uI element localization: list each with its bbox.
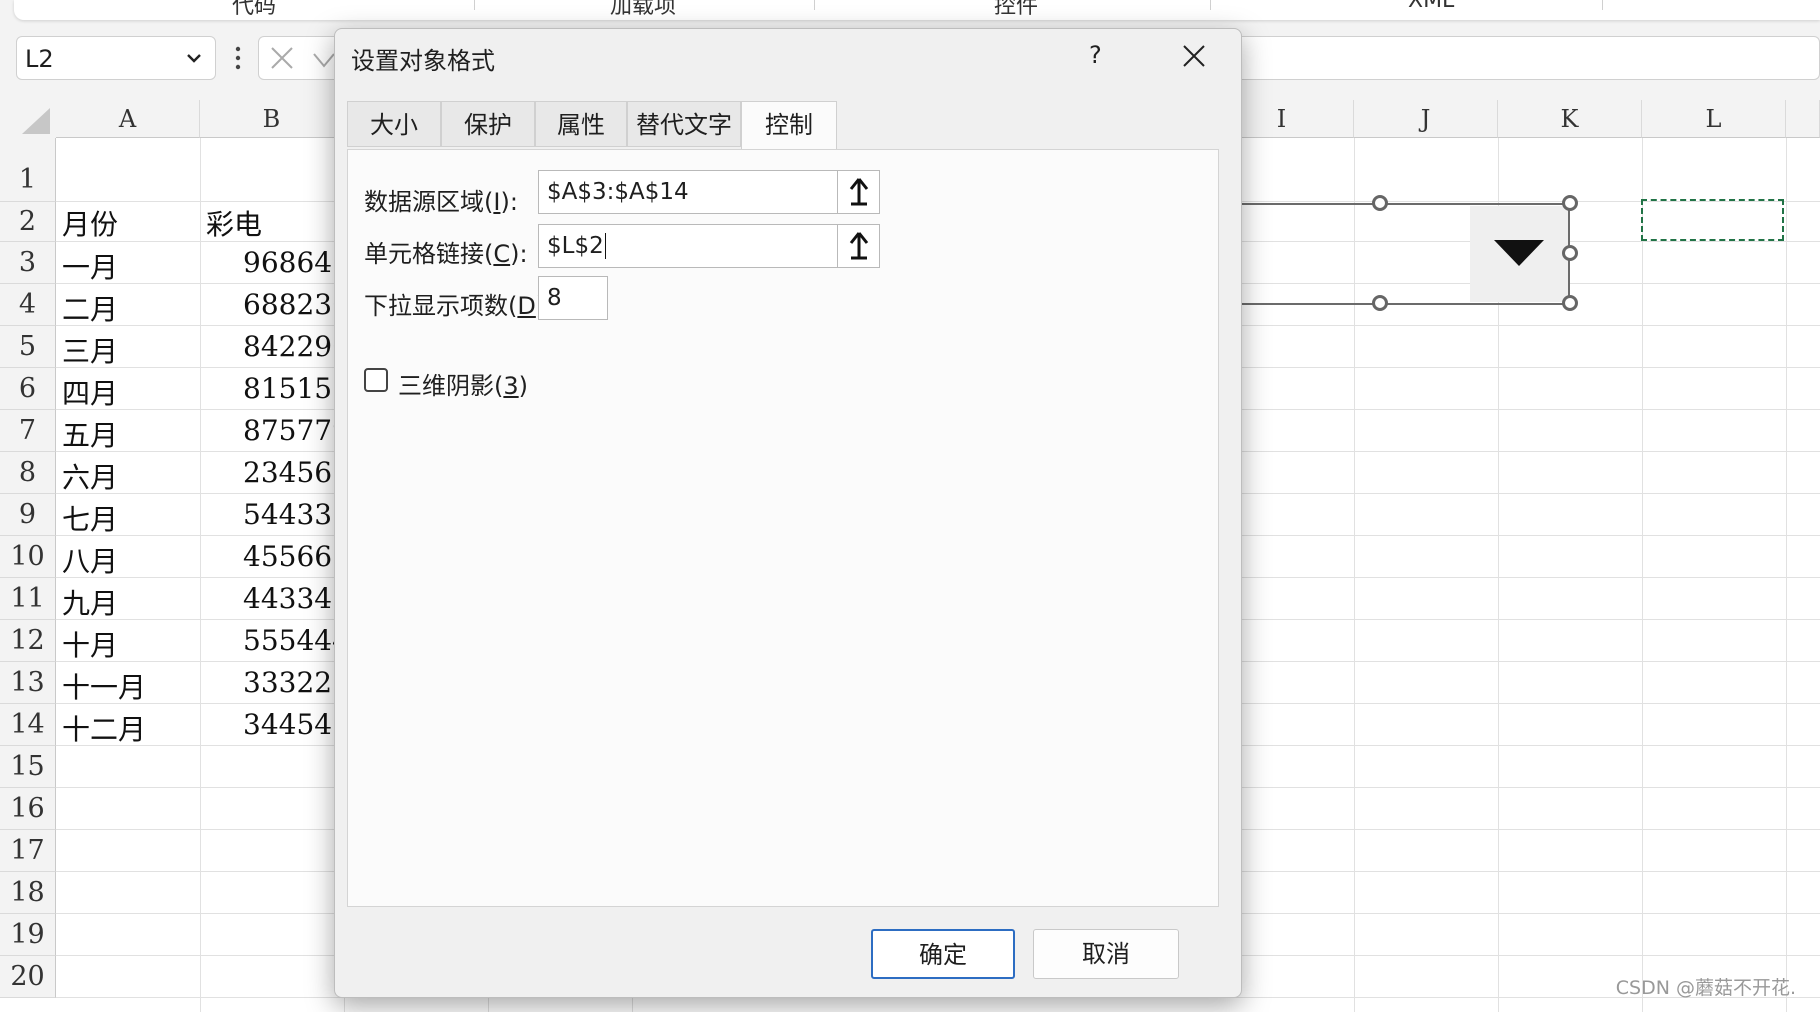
- row-header-1[interactable]: 1: [0, 138, 56, 202]
- resize-handle-bottom-right[interactable]: [1562, 295, 1578, 311]
- gridline: [1786, 138, 1787, 1012]
- ribbon-tab-xml[interactable]: XML: [1408, 0, 1454, 13]
- tab-size[interactable]: 大小: [347, 101, 441, 147]
- ribbon-bar: 代码 加载项 控件 XML: [14, 0, 1820, 20]
- combo-box-top-edge: [1242, 203, 1570, 205]
- tab-control[interactable]: 控制: [741, 101, 837, 150]
- row-header-6[interactable]: 6: [0, 368, 56, 410]
- column-header-m[interactable]: [1786, 100, 1820, 138]
- select-all-triangle: [22, 108, 50, 134]
- column-header-j[interactable]: J: [1354, 100, 1498, 138]
- copy-marquee-l2[interactable]: [1641, 199, 1784, 241]
- tab-protection[interactable]: 保护: [441, 101, 535, 147]
- resize-handle-top-right[interactable]: [1562, 195, 1578, 211]
- cell-link-label: 单元格链接(C):: [364, 240, 528, 268]
- drop-lines-label: 下拉显示项数(D):: [364, 292, 553, 320]
- cell-a10[interactable]: 八月: [62, 540, 118, 580]
- select-all-corner[interactable]: [0, 100, 56, 138]
- format-object-dialog: 设置对象格式 ? 大小 保护 属性 替代文字 控制 数据源区域(I): $A$3…: [334, 28, 1242, 998]
- cancel-entry-icon[interactable]: [268, 44, 296, 72]
- 3d-shading-checkbox[interactable]: [364, 368, 388, 392]
- cancel-button[interactable]: 取消: [1033, 929, 1179, 979]
- dialog-title: 设置对象格式: [351, 47, 495, 75]
- cell-a12[interactable]: 十月: [62, 624, 118, 664]
- chevron-down-icon[interactable]: [185, 49, 203, 67]
- collapse-dialog-button[interactable]: [837, 225, 879, 267]
- ribbon-strip: 代码 加载项 控件 XML: [0, 0, 1820, 30]
- row-header-13[interactable]: 13: [0, 662, 56, 704]
- row-header-17[interactable]: 17: [0, 830, 56, 872]
- cell-a3[interactable]: 一月: [62, 246, 118, 286]
- ok-button[interactable]: 确定: [871, 929, 1015, 979]
- tab-alt-text[interactable]: 替代文字: [627, 101, 741, 147]
- up-arrow-icon: [849, 232, 869, 260]
- row-header-7[interactable]: 7: [0, 410, 56, 452]
- input-range-value: $A$3:$A$14: [547, 179, 689, 205]
- up-arrow-icon: [849, 178, 869, 206]
- ribbon-separator: [814, 0, 815, 10]
- row-header-5[interactable]: 5: [0, 326, 56, 368]
- cell-a13[interactable]: 十一月: [62, 666, 146, 706]
- row-header-20[interactable]: 20: [0, 956, 56, 998]
- more-options-icon[interactable]: [234, 44, 242, 72]
- name-box-value: L2: [25, 45, 54, 73]
- cell-a6[interactable]: 四月: [62, 372, 118, 412]
- help-button[interactable]: ?: [1089, 41, 1102, 69]
- combo-box-bottom-edge: [1242, 303, 1570, 305]
- name-box[interactable]: L2: [16, 36, 216, 80]
- 3d-shading-label[interactable]: 三维阴影(3): [398, 366, 528, 401]
- row-header-16[interactable]: 16: [0, 788, 56, 830]
- input-range-label: 数据源区域(I):: [364, 188, 518, 216]
- control-panel: 数据源区域(I): $A$3:$A$14 单元格链接(C): $L$2 下拉显示…: [347, 149, 1219, 907]
- row-header-12[interactable]: 12: [0, 620, 56, 662]
- resize-handle-top[interactable]: [1372, 195, 1388, 211]
- cell-b2[interactable]: 彩电: [206, 203, 262, 243]
- cell-link-value: $L$2: [547, 233, 604, 259]
- column-header-b[interactable]: B: [200, 100, 344, 138]
- text-cursor: [604, 233, 606, 259]
- ribbon-separator: [1210, 0, 1211, 10]
- resize-handle-bottom[interactable]: [1372, 295, 1388, 311]
- cell-a4[interactable]: 二月: [62, 288, 118, 328]
- row-header-18[interactable]: 18: [0, 872, 56, 914]
- ribbon-tab-addins[interactable]: 加载项: [610, 0, 676, 20]
- ribbon-separator: [474, 0, 475, 10]
- drop-lines-field[interactable]: 8: [538, 276, 608, 320]
- ribbon-separator: [1602, 0, 1603, 10]
- column-header-k[interactable]: K: [1498, 100, 1642, 138]
- row-header-19[interactable]: 19: [0, 914, 56, 956]
- row-header-10[interactable]: 10: [0, 536, 56, 578]
- ribbon-tab-controls[interactable]: 控件: [994, 0, 1038, 20]
- cell-a9[interactable]: 七月: [62, 498, 118, 538]
- row-header-4[interactable]: 4: [0, 284, 56, 326]
- row-header-8[interactable]: 8: [0, 452, 56, 494]
- gridline: [1642, 138, 1643, 1012]
- row-header-3[interactable]: 3: [0, 242, 56, 284]
- row-header-14[interactable]: 14: [0, 704, 56, 746]
- cell-a7[interactable]: 五月: [62, 414, 118, 454]
- cell-a2[interactable]: 月份: [62, 203, 118, 243]
- gridline: [200, 138, 201, 1012]
- column-header-l[interactable]: L: [1642, 100, 1786, 138]
- cell-a8[interactable]: 六月: [62, 456, 118, 496]
- cell-a11[interactable]: 九月: [62, 582, 118, 622]
- cell-a14[interactable]: 十二月: [62, 708, 146, 748]
- row-header-9[interactable]: 9: [0, 494, 56, 536]
- cell-link-field[interactable]: $L$2: [538, 224, 880, 268]
- row-header-15[interactable]: 15: [0, 746, 56, 788]
- watermark: CSDN @蘑菇不开花.: [1615, 977, 1796, 999]
- row-header-11[interactable]: 11: [0, 578, 56, 620]
- tab-properties[interactable]: 属性: [535, 101, 627, 147]
- ribbon-tab-code[interactable]: 代码: [232, 0, 276, 20]
- resize-handle-right[interactable]: [1562, 245, 1578, 261]
- close-icon[interactable]: [1181, 43, 1207, 69]
- gridline: [1354, 138, 1355, 1012]
- row-header-2[interactable]: 2: [0, 202, 56, 242]
- input-range-field[interactable]: $A$3:$A$14: [538, 170, 880, 214]
- cell-a5[interactable]: 三月: [62, 330, 118, 370]
- dropdown-arrow-icon[interactable]: [1494, 240, 1544, 266]
- column-header-a[interactable]: A: [56, 100, 200, 138]
- collapse-dialog-button[interactable]: [837, 171, 879, 213]
